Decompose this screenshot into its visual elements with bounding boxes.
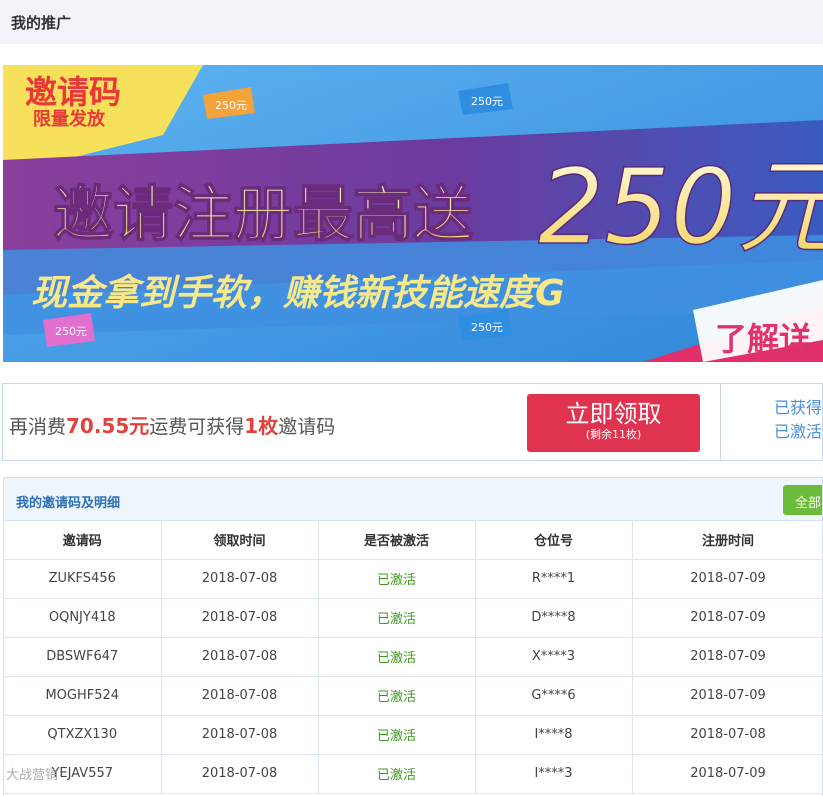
column-header: 邀请码 bbox=[4, 521, 162, 560]
column-header: 仓位号 bbox=[475, 521, 633, 560]
invite-table: 邀请码 领取时间 是否被激活 仓位号 注册时间 ZUKFS456 2018-07… bbox=[4, 521, 822, 794]
slot-number: R****1 bbox=[475, 559, 633, 599]
table-row: MOGHF524 2018-07-08 已激活 G****6 2018-07-0… bbox=[4, 676, 822, 716]
watermark: 大战营销 bbox=[6, 768, 59, 783]
banner-amount: 250元/ bbox=[538, 146, 823, 268]
register-time: 2018-07-08 bbox=[632, 715, 822, 755]
invite-code: QTXZX130 bbox=[4, 715, 162, 755]
table-row: OQNJY418 2018-07-08 已激活 D****8 2018-07-0… bbox=[4, 598, 822, 638]
column-header: 是否被激活 bbox=[318, 521, 476, 560]
activation-status: 已激活 bbox=[318, 754, 476, 794]
register-time: 2018-07-09 bbox=[632, 754, 822, 794]
activation-status: 已激活 bbox=[318, 715, 476, 755]
reward-count: 1枚 bbox=[244, 414, 279, 438]
table-row: QTXZX130 2018-07-08 已激活 I****8 2018-07-0… bbox=[4, 715, 822, 755]
invite-list-panel: 我的邀请码及明细 全部 邀请码 领取时间 是否被激活 仓位号 注册时间 ZUKF… bbox=[3, 477, 823, 796]
stat-obtained: 已获得 bbox=[774, 398, 823, 417]
invite-code: ZUKFS456 bbox=[4, 559, 162, 599]
badge-title: 邀请码 bbox=[25, 73, 121, 111]
banner-cta[interactable]: 了解详 bbox=[715, 320, 811, 358]
required-amount: 70.55元 bbox=[66, 414, 150, 438]
activation-status: 已激活 bbox=[318, 676, 476, 716]
register-time: 2018-07-09 bbox=[632, 676, 822, 716]
svg-text:250元: 250元 bbox=[215, 99, 247, 112]
claim-now-button[interactable]: 立即领取 (剩余11枚) bbox=[527, 394, 700, 452]
stat-activated: 已激活 bbox=[774, 422, 823, 441]
badge-subtitle: 限量发放 bbox=[33, 108, 106, 130]
promo-banner[interactable]: 250元 250元 250元 250元 邀请码 限量发放 邀请注册最高送 250… bbox=[3, 65, 823, 362]
filter-all-button[interactable]: 全部 bbox=[783, 485, 822, 515]
promo-banner-art: 250元 250元 250元 250元 邀请码 限量发放 邀请注册最高送 250… bbox=[3, 65, 823, 362]
register-time: 2018-07-09 bbox=[632, 598, 822, 638]
slot-number: I****8 bbox=[475, 715, 633, 755]
divider bbox=[720, 384, 721, 460]
svg-text:250元: 250元 bbox=[471, 321, 503, 334]
svg-text:250元: 250元 bbox=[471, 95, 503, 108]
claim-panel: 再消费70.55元运费可获得1枚邀请码 立即领取 (剩余11枚) 已获得 已激活 bbox=[2, 383, 823, 461]
panel-header: 我的邀请码及明细 全部 bbox=[4, 478, 822, 521]
claim-time: 2018-07-08 bbox=[161, 676, 319, 716]
claim-time: 2018-07-08 bbox=[161, 598, 319, 638]
slot-number: G****6 bbox=[475, 676, 633, 716]
claim-condition: 再消费70.55元运费可获得1枚邀请码 bbox=[9, 414, 336, 438]
banner-headline: 邀请注册最高送 bbox=[53, 180, 473, 250]
register-time: 2018-07-09 bbox=[632, 559, 822, 599]
slot-number: D****8 bbox=[475, 598, 633, 638]
claim-time: 2018-07-08 bbox=[161, 637, 319, 677]
svg-text:250元: 250元 bbox=[55, 325, 87, 338]
invite-code: DBSWF647 bbox=[4, 637, 162, 677]
table-row: YEJAV557 2018-07-08 已激活 I****3 2018-07-0… bbox=[4, 754, 822, 794]
slot-number: X****3 bbox=[475, 637, 633, 677]
table-row: ZUKFS456 2018-07-08 已激活 R****1 2018-07-0… bbox=[4, 559, 822, 599]
register-time: 2018-07-09 bbox=[632, 637, 822, 677]
slot-number: I****3 bbox=[475, 754, 633, 794]
activation-status: 已激活 bbox=[318, 598, 476, 638]
page-header: 我的推广 bbox=[0, 0, 823, 44]
page-title: 我的推广 bbox=[11, 14, 72, 32]
invite-code: OQNJY418 bbox=[4, 598, 162, 638]
activation-status: 已激活 bbox=[318, 559, 476, 599]
table-header-row: 邀请码 领取时间 是否被激活 仓位号 注册时间 bbox=[4, 521, 822, 560]
column-header: 注册时间 bbox=[632, 521, 822, 560]
claim-time: 2018-07-08 bbox=[161, 715, 319, 755]
invite-code: MOGHF524 bbox=[4, 676, 162, 716]
activation-status: 已激活 bbox=[318, 637, 476, 677]
table-row: DBSWF647 2018-07-08 已激活 X****3 2018-07-0… bbox=[4, 637, 822, 677]
remaining-count: (剩余11枚) bbox=[585, 428, 642, 441]
claim-time: 2018-07-08 bbox=[161, 754, 319, 794]
claim-stats: 已获得 已激活 bbox=[774, 396, 822, 444]
panel-title: 我的邀请码及明细 bbox=[16, 496, 121, 511]
column-header: 领取时间 bbox=[161, 521, 319, 560]
claim-time: 2018-07-08 bbox=[161, 559, 319, 599]
banner-subline: 现金拿到手软，赚钱新技能速度G bbox=[31, 273, 565, 314]
